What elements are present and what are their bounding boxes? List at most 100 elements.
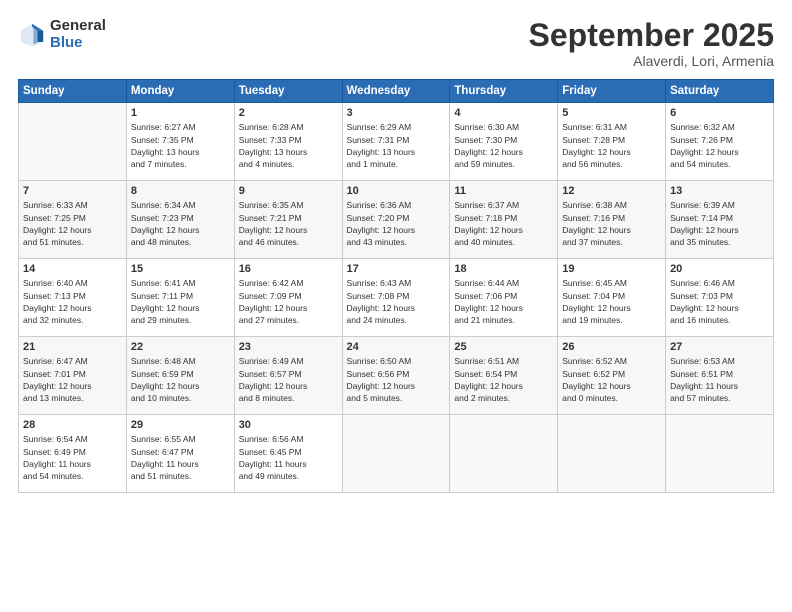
day-num-30: 30 <box>239 419 338 431</box>
cell-content-15: Sunrise: 6:41 AM Sunset: 7:11 PM Dayligh… <box>131 277 230 326</box>
cell-w1-d1 <box>19 103 127 181</box>
cell-w2-d1: 7 Sunrise: 6:33 AM Sunset: 7:25 PM Daylig… <box>19 181 127 259</box>
title-block: September 2025 Alaverdi, Lori, Armenia <box>529 18 774 69</box>
cell-content-8: Sunrise: 6:34 AM Sunset: 7:23 PM Dayligh… <box>131 199 230 248</box>
day-num-12: 12 <box>562 185 661 197</box>
cell-content-25: Sunrise: 6:51 AM Sunset: 6:54 PM Dayligh… <box>454 355 553 404</box>
cell-w3-d6: 19 Sunrise: 6:45 AM Sunset: 7:04 PM Dayli… <box>558 259 666 337</box>
cell-content-4: Sunrise: 6:30 AM Sunset: 7:30 PM Dayligh… <box>454 121 553 170</box>
day-num-22: 22 <box>131 341 230 353</box>
day-num-29: 29 <box>131 419 230 431</box>
cell-w1-d5: 4 Sunrise: 6:30 AM Sunset: 7:30 PM Daylig… <box>450 103 558 181</box>
header-row: Sunday Monday Tuesday Wednesday Thursday… <box>19 80 774 103</box>
cell-w1-d3: 2 Sunrise: 6:28 AM Sunset: 7:33 PM Daylig… <box>234 103 342 181</box>
page: General Blue September 2025 Alaverdi, Lo… <box>0 0 792 612</box>
col-tuesday: Tuesday <box>234 80 342 103</box>
cell-content-26: Sunrise: 6:52 AM Sunset: 6:52 PM Dayligh… <box>562 355 661 404</box>
cell-w1-d6: 5 Sunrise: 6:31 AM Sunset: 7:28 PM Daylig… <box>558 103 666 181</box>
day-num-3: 3 <box>347 107 446 119</box>
day-num-27: 27 <box>670 341 769 353</box>
cell-w5-d2: 29Sunrise: 6:55 AM Sunset: 6:47 PM Dayli… <box>126 415 234 493</box>
cell-content-27: Sunrise: 6:53 AM Sunset: 6:51 PM Dayligh… <box>670 355 769 404</box>
cell-w3-d3: 16 Sunrise: 6:42 AM Sunset: 7:09 PM Dayli… <box>234 259 342 337</box>
month-title: September 2025 <box>529 18 774 53</box>
logo-text: General Blue <box>50 18 106 51</box>
day-num-19: 19 <box>562 263 661 275</box>
cell-w5-d6 <box>558 415 666 493</box>
day-num-24: 24 <box>347 341 446 353</box>
cell-content-13: Sunrise: 6:39 AM Sunset: 7:14 PM Dayligh… <box>670 199 769 248</box>
day-num-1: 1 <box>131 107 230 119</box>
cell-content-12: Sunrise: 6:38 AM Sunset: 7:16 PM Dayligh… <box>562 199 661 248</box>
cell-w4-d5: 25Sunrise: 6:51 AM Sunset: 6:54 PM Dayli… <box>450 337 558 415</box>
cell-content-19: Sunrise: 6:45 AM Sunset: 7:04 PM Dayligh… <box>562 277 661 326</box>
cell-w2-d3: 9 Sunrise: 6:35 AM Sunset: 7:21 PM Daylig… <box>234 181 342 259</box>
day-num-26: 26 <box>562 341 661 353</box>
cell-content-16: Sunrise: 6:42 AM Sunset: 7:09 PM Dayligh… <box>239 277 338 326</box>
cell-w1-d2: 1Sunrise: 6:27 AM Sunset: 7:35 PM Daylig… <box>126 103 234 181</box>
cell-w2-d2: 8 Sunrise: 6:34 AM Sunset: 7:23 PM Daylig… <box>126 181 234 259</box>
cell-content-24: Sunrise: 6:50 AM Sunset: 6:56 PM Dayligh… <box>347 355 446 404</box>
col-saturday: Saturday <box>666 80 774 103</box>
day-num-4: 4 <box>454 107 553 119</box>
cell-content-5: Sunrise: 6:31 AM Sunset: 7:28 PM Dayligh… <box>562 121 661 170</box>
cell-w3-d1: 14 Sunrise: 6:40 AM Sunset: 7:13 PM Dayli… <box>19 259 127 337</box>
cell-content-21: Sunrise: 6:47 AM Sunset: 7:01 PM Dayligh… <box>23 355 122 404</box>
cell-w5-d4 <box>342 415 450 493</box>
day-num-15: 15 <box>131 263 230 275</box>
cell-content-17: Sunrise: 6:43 AM Sunset: 7:08 PM Dayligh… <box>347 277 446 326</box>
cell-content-6: Sunrise: 6:32 AM Sunset: 7:26 PM Dayligh… <box>670 121 769 170</box>
cell-content-30: Sunrise: 6:56 AM Sunset: 6:45 PM Dayligh… <box>239 433 338 482</box>
cell-w1-d7: 6 Sunrise: 6:32 AM Sunset: 7:26 PM Daylig… <box>666 103 774 181</box>
cell-content-11: Sunrise: 6:37 AM Sunset: 7:18 PM Dayligh… <box>454 199 553 248</box>
cell-w3-d2: 15 Sunrise: 6:41 AM Sunset: 7:11 PM Dayli… <box>126 259 234 337</box>
cell-content-18: Sunrise: 6:44 AM Sunset: 7:06 PM Dayligh… <box>454 277 553 326</box>
day-num-17: 17 <box>347 263 446 275</box>
day-num-6: 6 <box>670 107 769 119</box>
week-row-4: 21 Sunrise: 6:47 AM Sunset: 7:01 PM Dayli… <box>19 337 774 415</box>
day-num-8: 8 <box>131 185 230 197</box>
day-num-7: 7 <box>23 185 122 197</box>
day-num-16: 16 <box>239 263 338 275</box>
logo-blue: Blue <box>50 35 106 52</box>
day-num-23: 23 <box>239 341 338 353</box>
day-num-18: 18 <box>454 263 553 275</box>
cell-content-23: Sunrise: 6:49 AM Sunset: 6:57 PM Dayligh… <box>239 355 338 404</box>
day-num-10: 10 <box>347 185 446 197</box>
cell-w4-d4: 24 Sunrise: 6:50 AM Sunset: 6:56 PM Dayli… <box>342 337 450 415</box>
day-num-13: 13 <box>670 185 769 197</box>
cell-w4-d7: 27 Sunrise: 6:53 AM Sunset: 6:51 PM Dayli… <box>666 337 774 415</box>
cell-w5-d3: 30 Sunrise: 6:56 AM Sunset: 6:45 PM Dayli… <box>234 415 342 493</box>
day-num-9: 9 <box>239 185 338 197</box>
day-num-14: 14 <box>23 263 122 275</box>
cell-content-14: Sunrise: 6:40 AM Sunset: 7:13 PM Dayligh… <box>23 277 122 326</box>
week-row-1: 1Sunrise: 6:27 AM Sunset: 7:35 PM Daylig… <box>19 103 774 181</box>
logo-icon <box>18 21 46 49</box>
day-num-5: 5 <box>562 107 661 119</box>
day-num-2: 2 <box>239 107 338 119</box>
cell-content-10: Sunrise: 6:36 AM Sunset: 7:20 PM Dayligh… <box>347 199 446 248</box>
week-row-5: 28Sunrise: 6:54 AM Sunset: 6:49 PM Dayli… <box>19 415 774 493</box>
cell-w4-d6: 26 Sunrise: 6:52 AM Sunset: 6:52 PM Dayli… <box>558 337 666 415</box>
logo-general: General <box>50 18 106 35</box>
cell-w5-d1: 28Sunrise: 6:54 AM Sunset: 6:49 PM Dayli… <box>19 415 127 493</box>
cell-w2-d4: 10 Sunrise: 6:36 AM Sunset: 7:20 PM Dayli… <box>342 181 450 259</box>
week-row-3: 14 Sunrise: 6:40 AM Sunset: 7:13 PM Dayli… <box>19 259 774 337</box>
cell-content-9: Sunrise: 6:35 AM Sunset: 7:21 PM Dayligh… <box>239 199 338 248</box>
cell-content-22: Sunrise: 6:48 AM Sunset: 6:59 PM Dayligh… <box>131 355 230 404</box>
cell-content-20: Sunrise: 6:46 AM Sunset: 7:03 PM Dayligh… <box>670 277 769 326</box>
cell-w1-d4: 3 Sunrise: 6:29 AM Sunset: 7:31 PM Daylig… <box>342 103 450 181</box>
cell-w3-d4: 17 Sunrise: 6:43 AM Sunset: 7:08 PM Dayli… <box>342 259 450 337</box>
cell-w2-d6: 12 Sunrise: 6:38 AM Sunset: 7:16 PM Dayli… <box>558 181 666 259</box>
col-sunday: Sunday <box>19 80 127 103</box>
cell-w4-d3: 23 Sunrise: 6:49 AM Sunset: 6:57 PM Dayli… <box>234 337 342 415</box>
logo: General Blue <box>18 18 106 51</box>
cell-content-7: Sunrise: 6:33 AM Sunset: 7:25 PM Dayligh… <box>23 199 122 248</box>
cell-content-3: Sunrise: 6:29 AM Sunset: 7:31 PM Dayligh… <box>347 121 446 170</box>
location-subtitle: Alaverdi, Lori, Armenia <box>529 53 774 69</box>
week-row-2: 7 Sunrise: 6:33 AM Sunset: 7:25 PM Daylig… <box>19 181 774 259</box>
day-num-21: 21 <box>23 341 122 353</box>
header: General Blue September 2025 Alaverdi, Lo… <box>18 18 774 69</box>
calendar-table: Sunday Monday Tuesday Wednesday Thursday… <box>18 79 774 493</box>
cell-content-2: Sunrise: 6:28 AM Sunset: 7:33 PM Dayligh… <box>239 121 338 170</box>
